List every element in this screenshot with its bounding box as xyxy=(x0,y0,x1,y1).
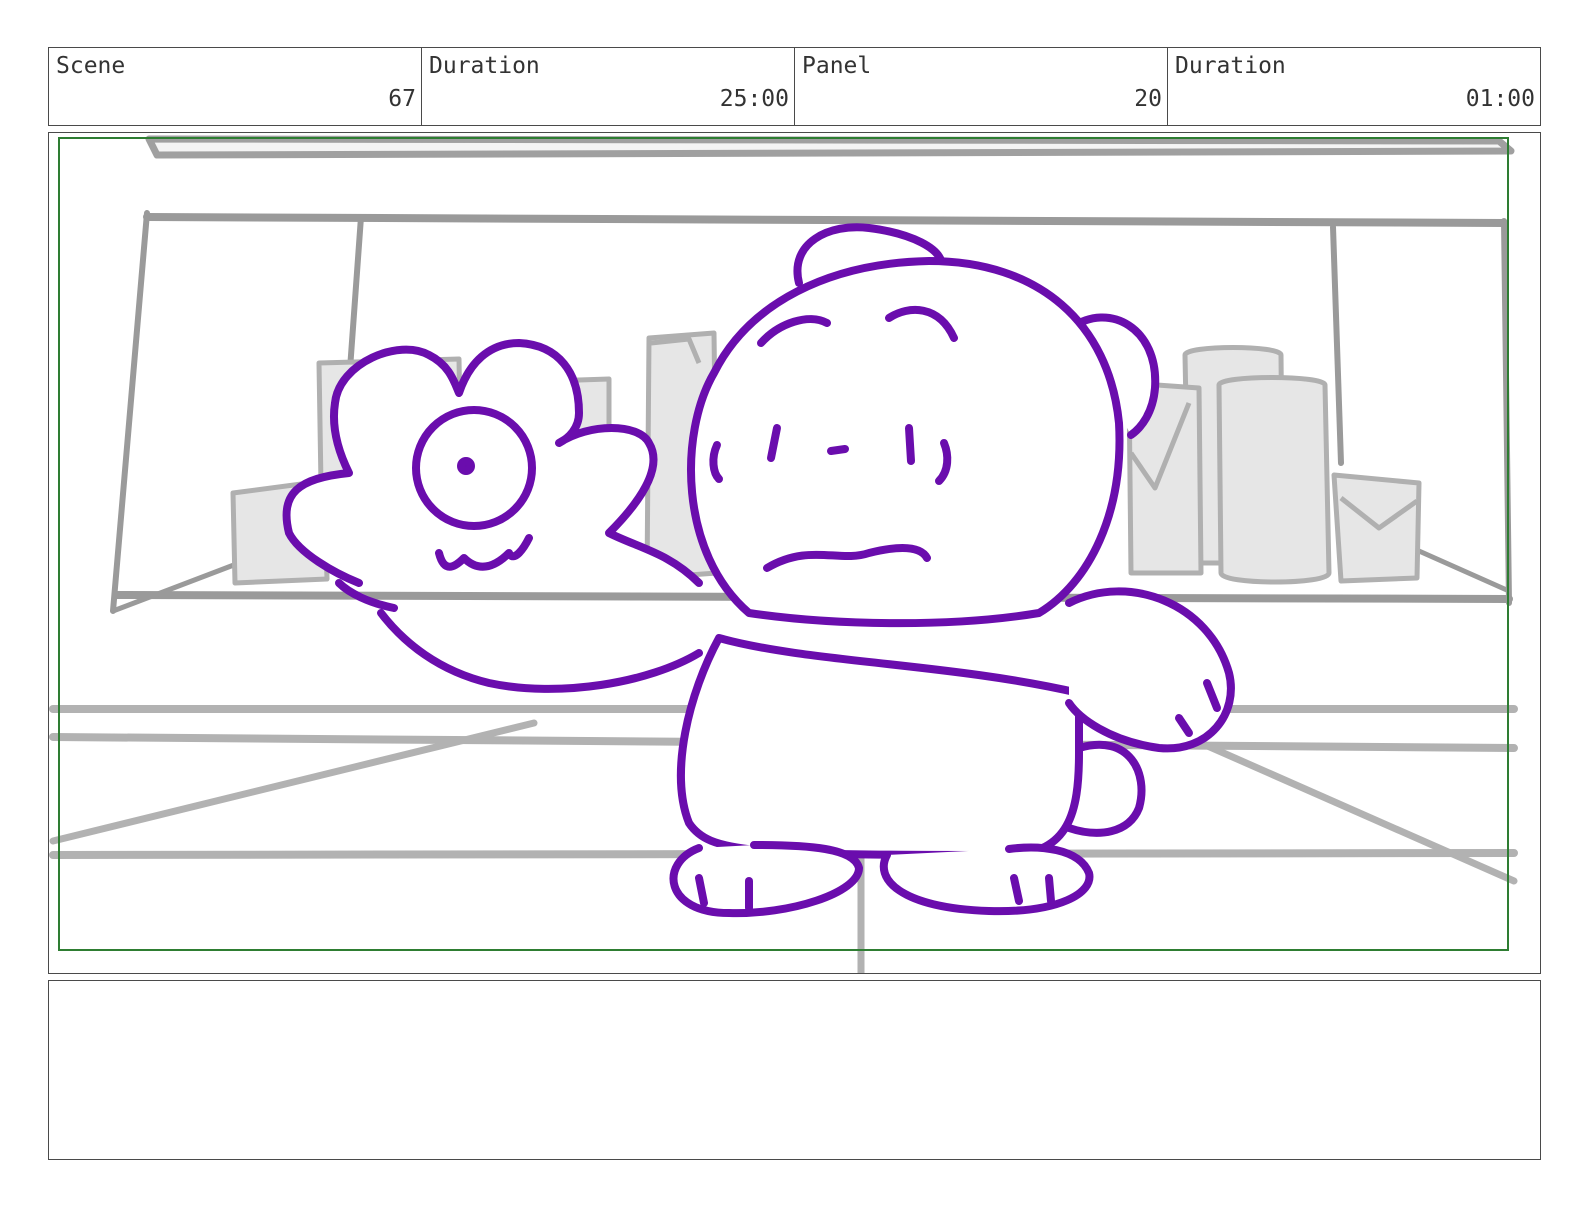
panel-duration-label: Duration xyxy=(1175,53,1286,79)
left-arm xyxy=(377,609,703,693)
right-eye xyxy=(905,424,915,465)
panel-info-header: Scene 67 Duration 25:00 Panel 20 Duratio… xyxy=(48,47,1541,126)
scene-duration-label: Duration xyxy=(429,53,540,79)
head xyxy=(687,257,1124,628)
scene-label: Scene xyxy=(56,53,126,79)
panel-duration-value: 01:00 xyxy=(1465,86,1535,112)
right-can-front xyxy=(1216,375,1332,585)
right-arm xyxy=(1065,587,1235,753)
panel-number: 20 xyxy=(1134,86,1162,112)
panel-label: Panel xyxy=(802,53,872,79)
body xyxy=(676,634,1083,859)
bear-character xyxy=(282,223,1235,918)
right-foot xyxy=(879,843,1094,916)
nose xyxy=(827,445,849,455)
panel-cell: Panel 20 xyxy=(795,48,1168,125)
scene-duration-value: 25:00 xyxy=(719,86,789,112)
scene-number: 67 xyxy=(388,86,416,112)
puppet-pupil xyxy=(457,457,475,475)
scene-cell: Scene 67 xyxy=(49,48,422,125)
storyboard-panel-frame xyxy=(48,132,1541,974)
storyboard-drawing xyxy=(49,135,1518,973)
panel-duration-cell: Duration 01:00 xyxy=(1168,48,1540,125)
panel-notes-box[interactable] xyxy=(48,980,1541,1160)
scene-duration-cell: Duration 25:00 xyxy=(422,48,795,125)
